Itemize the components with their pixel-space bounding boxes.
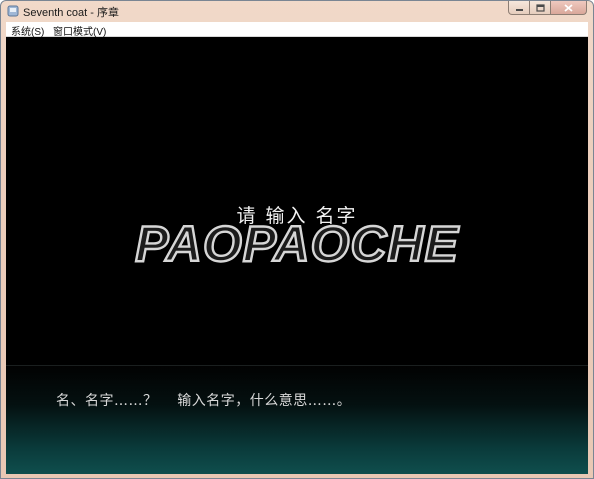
watermark-text: PAOPAOCHE	[135, 216, 459, 272]
title-bar[interactable]: Seventh coat - 序章	[1, 1, 593, 22]
game-window: Seventh coat - 序章 系统(S) 窗口模式(V) 请 输入 名字 …	[0, 0, 594, 479]
app-icon	[7, 5, 19, 17]
close-button[interactable]	[551, 1, 587, 15]
message-box[interactable]: 名、名字……？ 输入名字，什么意思……。	[6, 365, 588, 474]
maximize-button[interactable]	[530, 1, 551, 15]
minimize-button[interactable]	[508, 1, 530, 15]
window-title: Seventh coat - 序章	[23, 7, 119, 19]
watermark-logo: PAOPAOCHE	[134, 215, 460, 273]
menu-window-mode[interactable]: 窗口模式(V)	[53, 23, 106, 38]
game-screen[interactable]: 请 输入 名字 PAOPAOCHE 名、名字……？ 输入名字，什么意思……。	[6, 37, 588, 474]
close-icon	[564, 3, 573, 12]
window-controls	[508, 1, 587, 15]
dialogue-text: 名、名字……？ 输入名字，什么意思……。	[56, 393, 352, 409]
menu-system[interactable]: 系统(S)	[11, 23, 44, 38]
menu-bar: 系统(S) 窗口模式(V)	[6, 22, 588, 38]
maximize-icon	[535, 3, 545, 12]
minimize-icon	[515, 8, 523, 11]
